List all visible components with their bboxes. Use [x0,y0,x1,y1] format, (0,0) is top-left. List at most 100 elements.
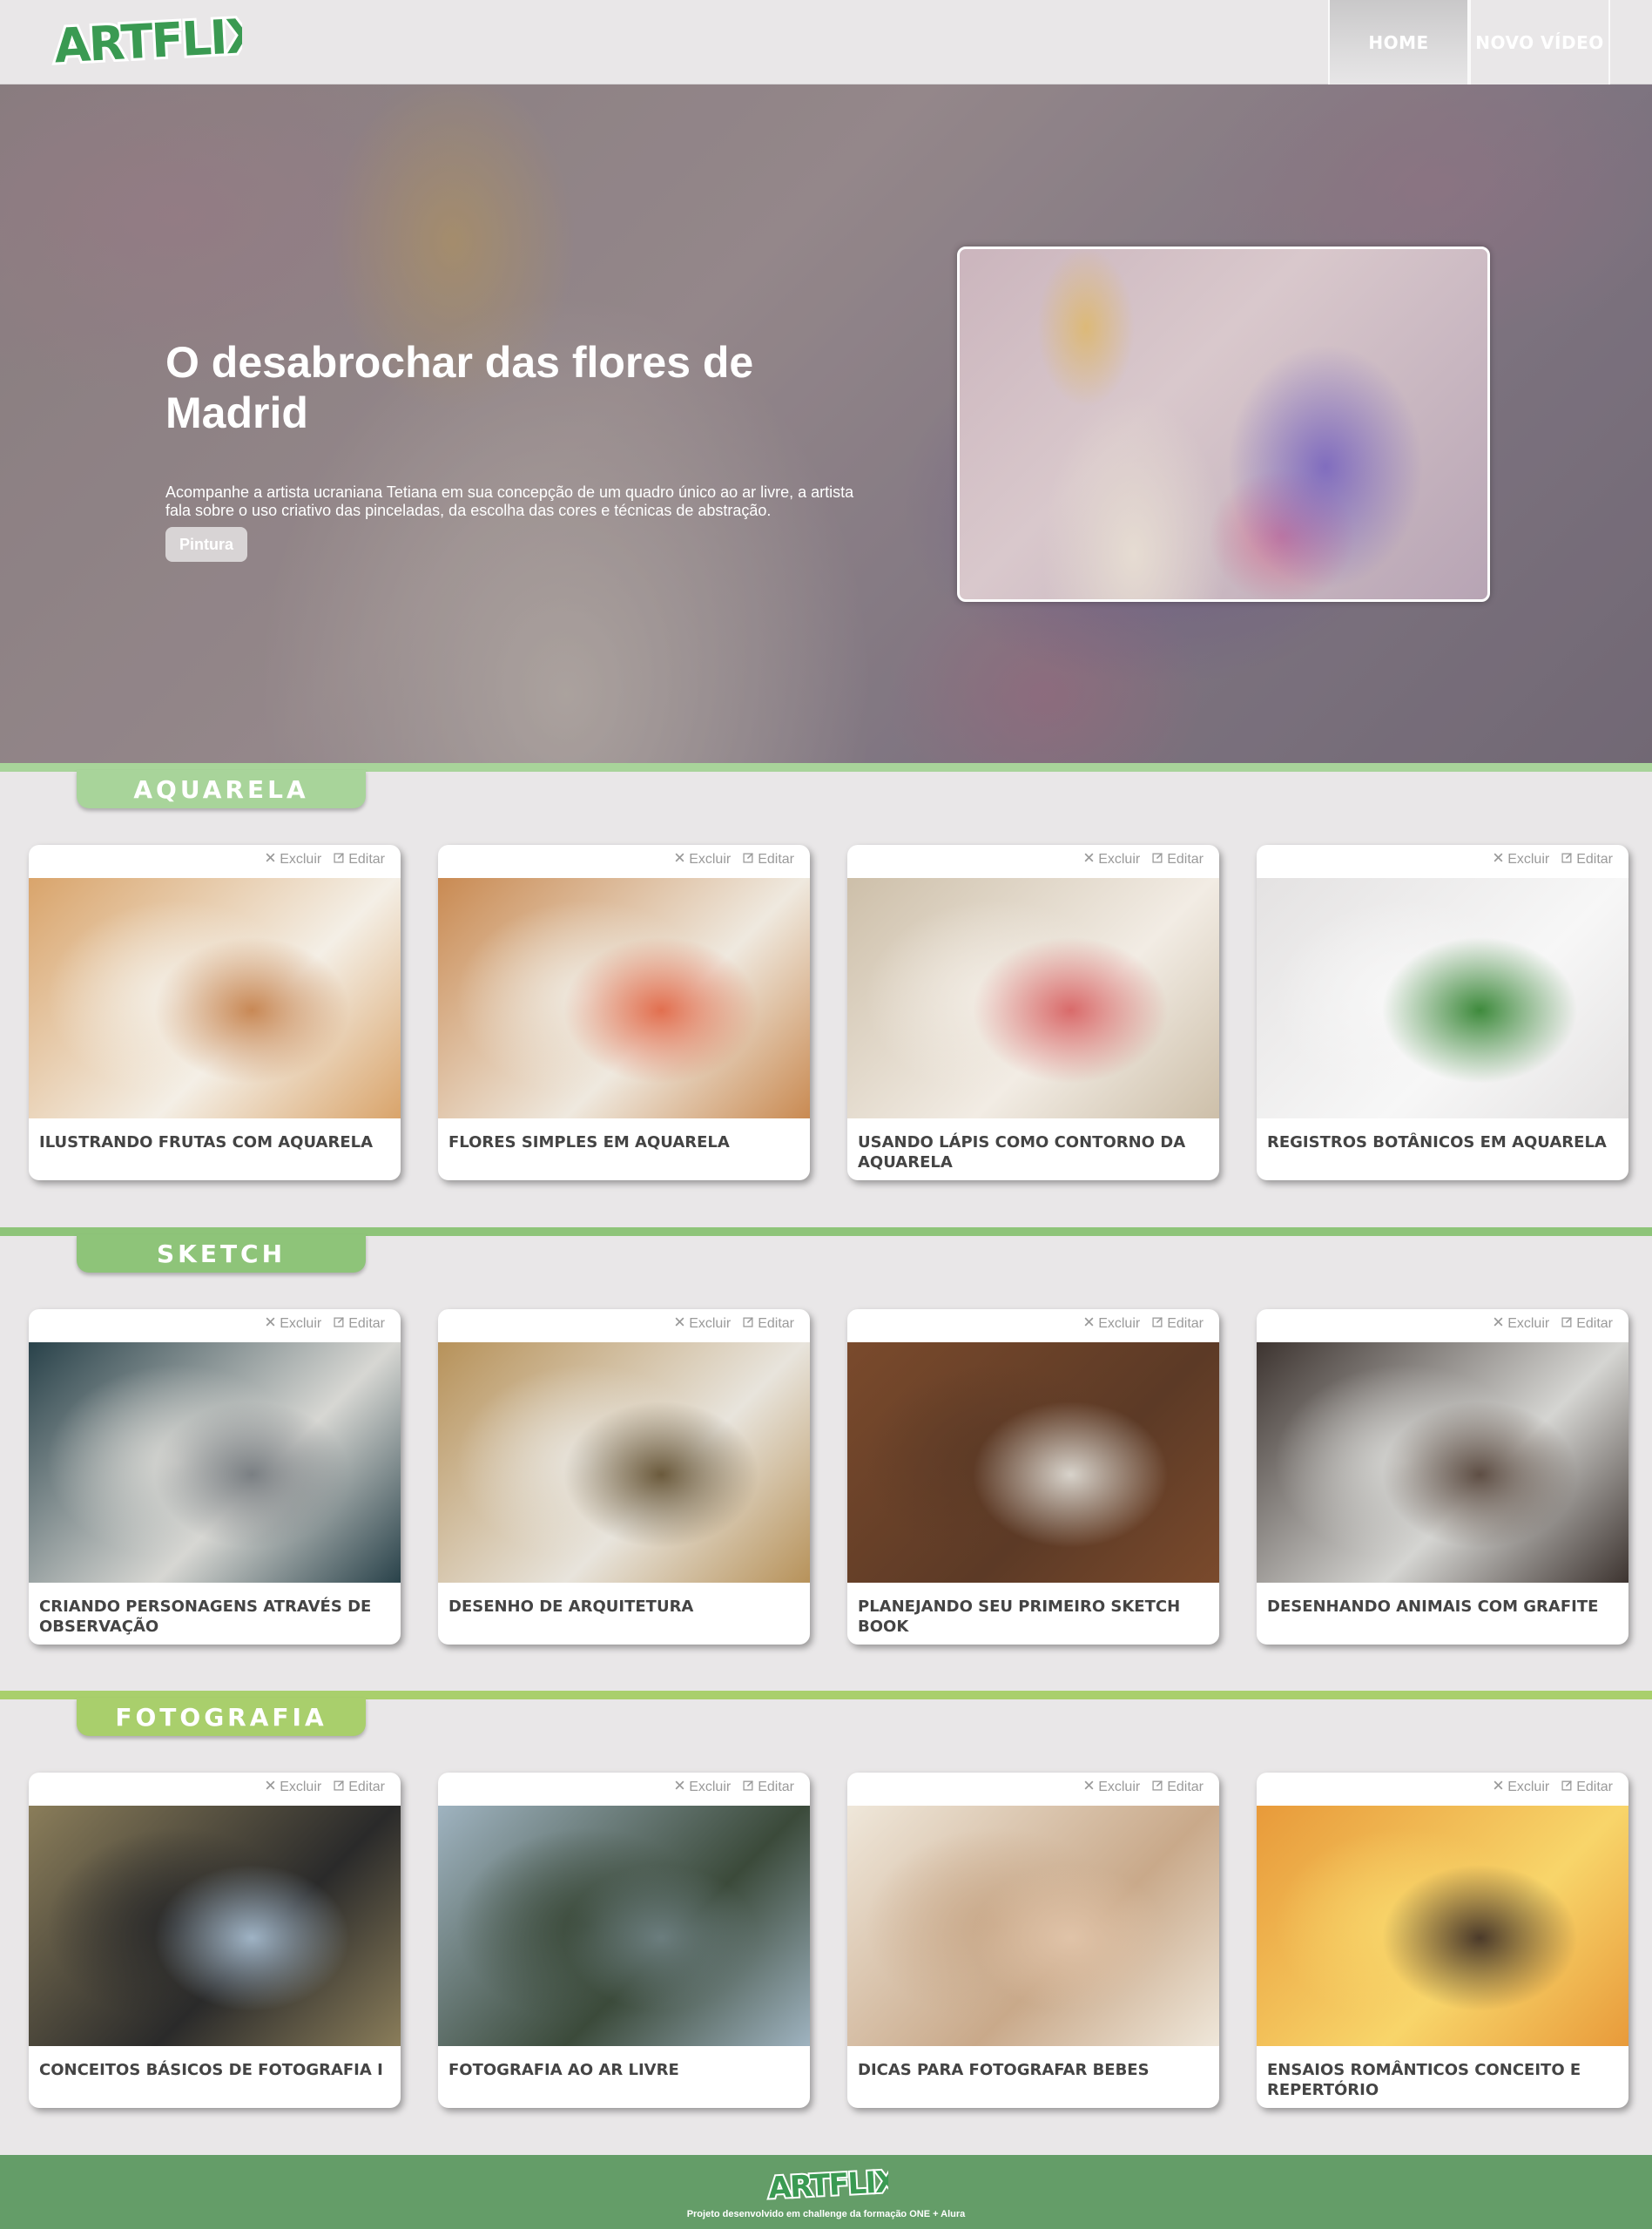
edit-label: Editar [1576,1780,1613,1794]
delete-button[interactable]: Excluir [1493,852,1549,868]
video-title[interactable]: ENSAIOS ROMÂNTICOS CONCEITO E REPERTÓRIO [1267,2060,1615,2100]
section-title-sketch: SKETCH [77,1234,366,1273]
delete-label: Excluir [689,1316,732,1331]
video-title[interactable]: USANDO LÁPIS COMO CONTORNO DA AQUARELA [858,1132,1206,1172]
close-icon [1493,1780,1504,1795]
video-thumbnail[interactable] [438,1806,810,2046]
footer-logo: ARTFLIX [765,2164,888,2202]
hero-category-tag[interactable]: Pintura [165,527,247,562]
video-thumbnail[interactable] [29,878,401,1118]
video-thumbnail[interactable] [847,878,1219,1118]
edit-icon [334,1780,345,1795]
delete-button[interactable]: Excluir [1083,852,1140,868]
close-icon [265,852,276,868]
delete-button[interactable]: Excluir [1493,1780,1549,1795]
video-card[interactable]: Excluir Editar PLANEJANDO SEU PRIMEIRO SKE… [847,1309,1219,1645]
video-card[interactable]: Excluir Editar ILUSTRANDO FRUTAS COM AQUAR… [29,845,401,1180]
delete-button[interactable]: Excluir [674,1780,731,1795]
edit-button[interactable]: Editar [1561,1780,1613,1795]
delete-button[interactable]: Excluir [1493,1316,1549,1332]
video-title[interactable]: DESENHANDO ANIMAIS COM GRAFITE [1267,1597,1615,1617]
edit-button[interactable]: Editar [1152,852,1204,868]
edit-button[interactable]: Editar [334,1780,385,1795]
hero-description: Acompanhe a artista ucraniana Tetiana em… [165,483,854,519]
nav-home[interactable]: HOME [1328,0,1469,84]
edit-icon [1152,852,1163,868]
delete-button[interactable]: Excluir [265,1316,321,1332]
delete-label: Excluir [1507,1316,1550,1331]
edit-button[interactable]: Editar [1152,1780,1204,1795]
hero-title: O desabrochar das flores de Madrid [165,338,754,437]
delete-button[interactable]: Excluir [674,1316,731,1332]
edit-label: Editar [758,852,794,867]
delete-button[interactable]: Excluir [265,852,321,868]
edit-button[interactable]: Editar [743,852,794,868]
footer-credit: Projeto desenvolvido em challenge da for… [686,2209,966,2219]
video-thumbnail[interactable] [847,1342,1219,1583]
svg-text:ARTFLIX: ARTFLIX [53,10,242,70]
delete-label: Excluir [280,852,322,867]
close-icon [1083,852,1095,868]
video-card[interactable]: Excluir Editar DESENHO DE ARQUITETURA [438,1309,810,1645]
edit-label: Editar [1167,1316,1204,1331]
edit-button[interactable]: Editar [334,1316,385,1332]
video-title[interactable]: FOTOGRAFIA AO AR LIVRE [448,2060,797,2080]
video-thumbnail[interactable] [29,1806,401,2046]
video-card[interactable]: Excluir Editar CONCEITOS BÁSICOS DE FOTOGR… [29,1773,401,2108]
edit-button[interactable]: Editar [743,1780,794,1795]
delete-button[interactable]: Excluir [1083,1780,1140,1795]
edit-button[interactable]: Editar [334,852,385,868]
video-title[interactable]: PLANEJANDO SEU PRIMEIRO SKETCH BOOK [858,1597,1206,1637]
edit-label: Editar [1576,1316,1613,1331]
edit-label: Editar [1167,1780,1204,1794]
video-card[interactable]: Excluir Editar ENSAIOS ROMÂNTICOS CONCEITO… [1257,1773,1628,2108]
video-title[interactable]: DICAS PARA FOTOGRAFAR BEBES [858,2060,1206,2080]
video-card[interactable]: Excluir Editar DESENHANDO ANIMAIS COM GRAF… [1257,1309,1628,1645]
artflix-logo[interactable]: ARTFLIX [51,10,242,70]
main-nav: HOME NOVO VÍDEO [1328,0,1610,84]
video-title[interactable]: ILUSTRANDO FRUTAS COM AQUARELA [39,1132,388,1152]
video-thumbnail[interactable] [438,878,810,1118]
video-title[interactable]: FLORES SIMPLES EM AQUARELA [448,1132,797,1152]
video-card[interactable]: Excluir Editar USANDO LÁPIS COMO CONTORNO … [847,845,1219,1180]
video-card[interactable]: Excluir Editar FLORES SIMPLES EM AQUARELA [438,845,810,1180]
edit-button[interactable]: Editar [1561,852,1613,868]
edit-label: Editar [348,1780,385,1794]
edit-icon [743,1780,754,1795]
edit-icon [1152,1316,1163,1332]
close-icon [674,1780,685,1795]
nav-novo-video[interactable]: NOVO VÍDEO [1469,0,1610,84]
svg-text:ARTFLIX: ARTFLIX [767,2165,888,2202]
card-actions: Excluir Editar [1493,1780,1613,1795]
edit-icon [334,852,345,868]
edit-label: Editar [758,1316,794,1331]
edit-button[interactable]: Editar [1152,1316,1204,1332]
video-card[interactable]: Excluir Editar DICAS PARA FOTOGRAFAR BEBES [847,1773,1219,2108]
video-thumbnail[interactable] [1257,1806,1628,2046]
video-thumbnail[interactable] [847,1806,1219,2046]
card-actions: Excluir Editar [265,852,385,868]
video-title[interactable]: DESENHO DE ARQUITETURA [448,1597,797,1617]
edit-icon [1561,1316,1573,1332]
hero-video-thumbnail[interactable] [957,247,1490,602]
card-actions: Excluir Editar [265,1316,385,1332]
video-thumbnail[interactable] [438,1342,810,1583]
video-title[interactable]: CONCEITOS BÁSICOS DE FOTOGRAFIA I [39,2060,388,2080]
delete-button[interactable]: Excluir [265,1780,321,1795]
footer: ARTFLIX Projeto desenvolvido em challeng… [0,2155,1652,2229]
video-title[interactable]: CRIANDO PERSONAGENS ATRAVÉS DE OBSERVAÇÃ… [39,1597,388,1637]
delete-label: Excluir [1507,1780,1550,1794]
video-thumbnail[interactable] [1257,1342,1628,1583]
video-card[interactable]: Excluir Editar FOTOGRAFIA AO AR LIVRE [438,1773,810,2108]
video-thumbnail[interactable] [29,1342,401,1583]
delete-button[interactable]: Excluir [1083,1316,1140,1332]
edit-button[interactable]: Editar [743,1316,794,1332]
delete-label: Excluir [280,1316,322,1331]
close-icon [1493,852,1504,868]
edit-button[interactable]: Editar [1561,1316,1613,1332]
video-thumbnail[interactable] [1257,878,1628,1118]
video-card[interactable]: Excluir Editar CRIANDO PERSONAGENS ATRAVÉS… [29,1309,401,1645]
delete-button[interactable]: Excluir [674,852,731,868]
video-title[interactable]: REGISTROS BOTÂNICOS EM AQUARELA [1267,1132,1615,1152]
video-card[interactable]: Excluir Editar REGISTROS BOTÂNICOS EM AQUA… [1257,845,1628,1180]
